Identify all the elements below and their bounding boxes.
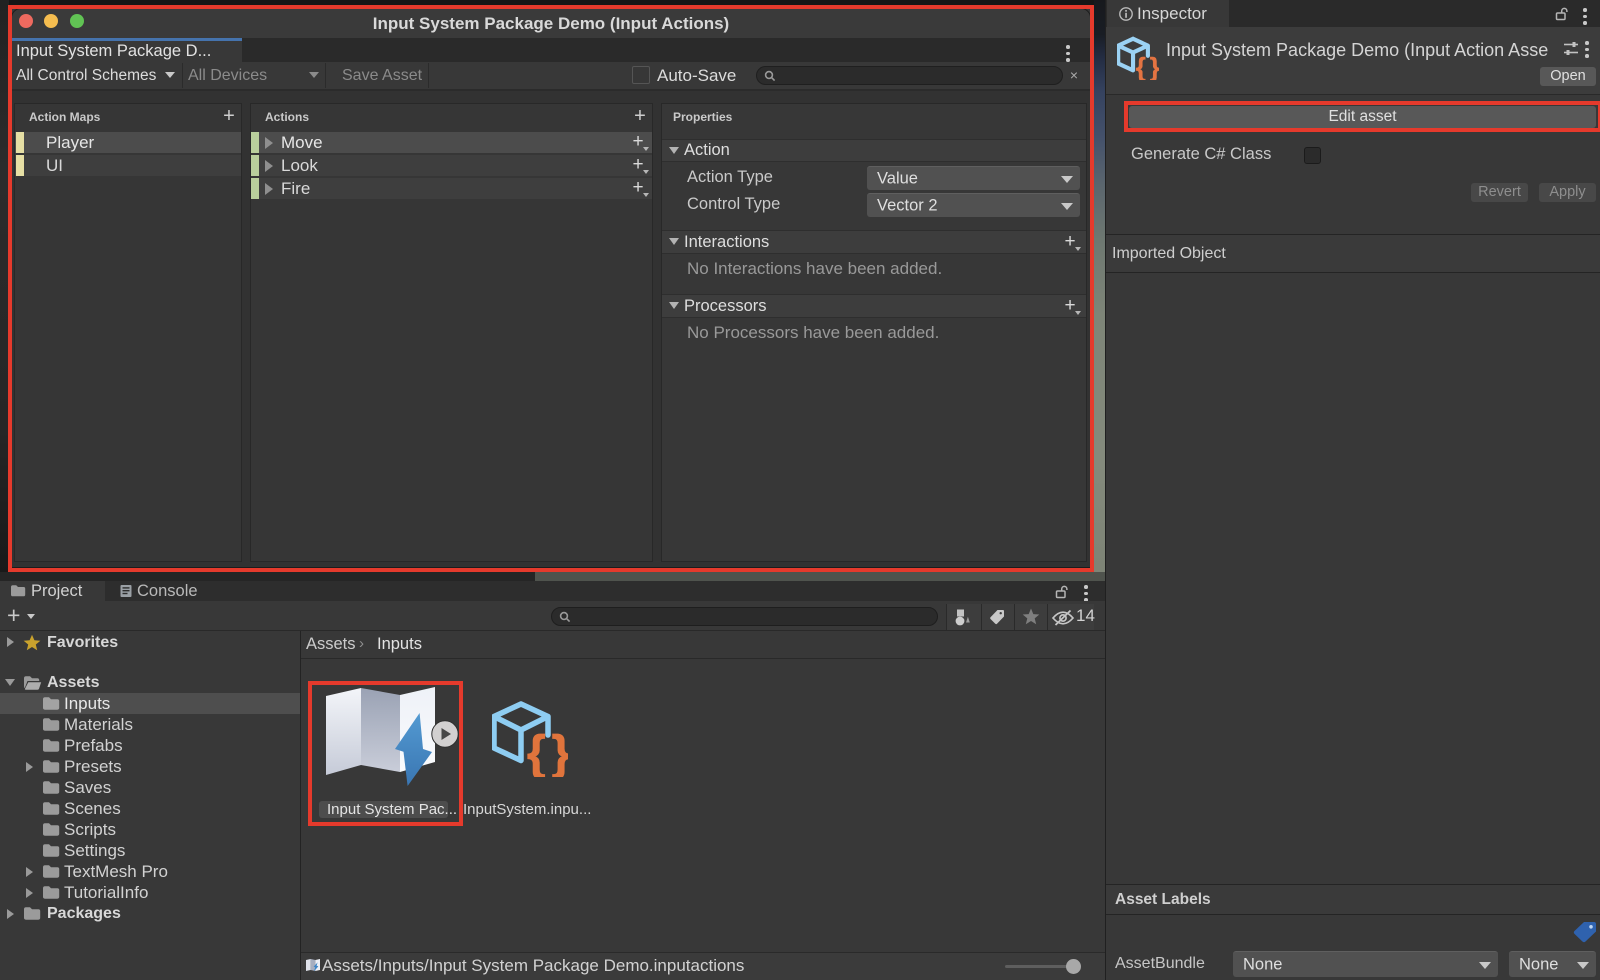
svg-text:{}: {} <box>527 727 568 777</box>
svg-text:{}: {} <box>1136 54 1159 80</box>
